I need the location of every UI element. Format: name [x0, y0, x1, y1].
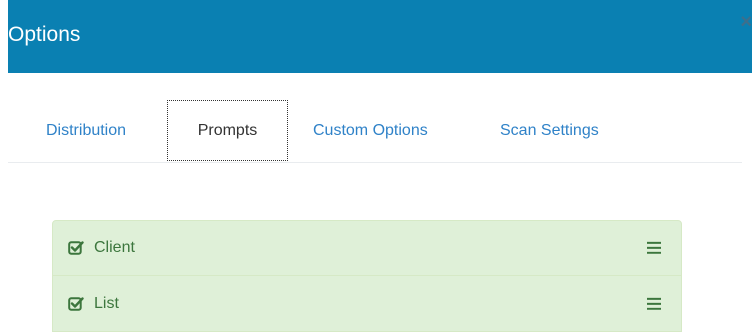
tab-bar: Distribution Prompts Custom Options Scan…: [8, 100, 742, 163]
dialog-title: Options: [8, 23, 81, 46]
check-square-icon: [68, 241, 84, 255]
prompt-label-list: List: [94, 294, 119, 312]
dialog-header: Options ×: [8, 0, 752, 73]
close-button[interactable]: ×: [740, 12, 752, 32]
options-dialog: Options × Distribution Prompts Custom Op…: [0, 0, 752, 333]
prompt-label-client: Client: [94, 239, 135, 256]
check-square-icon: [68, 296, 84, 311]
tab-custom-options[interactable]: Custom Options: [313, 100, 428, 161]
list-item[interactable]: Client: [52, 220, 682, 276]
tab-prompts[interactable]: Prompts: [167, 100, 288, 161]
drag-handle-icon[interactable]: [647, 241, 661, 254]
drag-handle-icon[interactable]: [647, 296, 661, 310]
prompt-list: Client List: [52, 220, 682, 332]
list-item[interactable]: List: [52, 275, 682, 332]
tab-distribution[interactable]: Distribution: [46, 100, 126, 161]
tab-scan-settings[interactable]: Scan Settings: [500, 100, 599, 161]
